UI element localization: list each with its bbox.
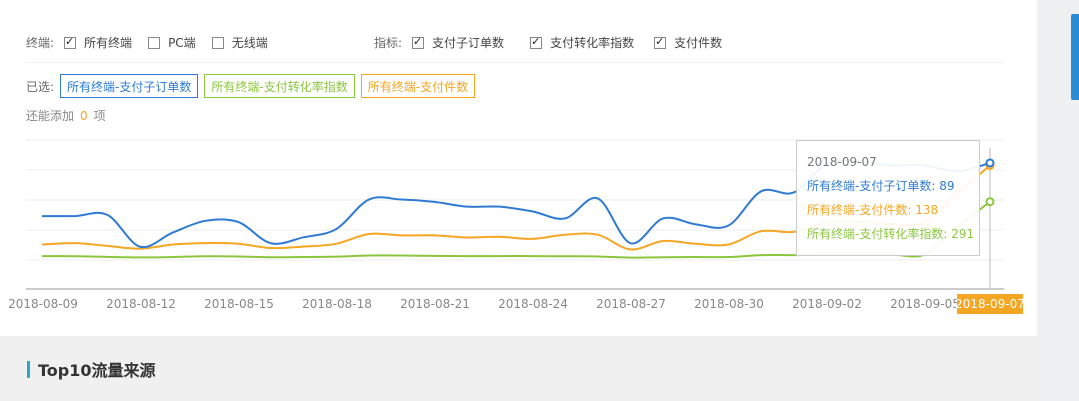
x-tick-label: 2018-08-15 — [204, 297, 274, 311]
section-title-text: Top10流量来源 — [38, 361, 156, 380]
x-tick-label: 2018-09-07 — [955, 297, 1025, 311]
tooltip-line-orders: 所有终端-支付子订单数: 89 — [807, 179, 955, 193]
tooltip-date: 2018-09-07 — [807, 155, 877, 169]
tooltip-line-items: 所有终端-支付件数: 138 — [807, 203, 939, 217]
x-tick-label: 2018-09-02 — [792, 297, 862, 311]
x-tick-label: 2018-08-21 — [400, 297, 470, 311]
x-tick-label: 2018-08-18 — [302, 297, 372, 311]
x-tick-label: 2018-08-24 — [498, 297, 568, 311]
section-title: Top10流量来源 — [27, 357, 156, 381]
x-tick-label: 2018-08-09 — [8, 297, 78, 311]
bottom-section — [0, 336, 1037, 401]
x-tick-label: 2018-08-27 — [596, 297, 666, 311]
chart-tooltip: 2018-09-07 所有终端-支付子订单数: 89 所有终端-支付件数: 13… — [796, 140, 980, 256]
section-accent — [27, 360, 30, 378]
x-tick-label: 2018-08-30 — [694, 297, 764, 311]
series-endpoint-2 — [985, 197, 995, 207]
floating-side-tab[interactable] — [1071, 14, 1079, 100]
series-endpoint-0 — [985, 158, 995, 168]
x-tick-label: 2018-08-12 — [106, 297, 176, 311]
tooltip-line-conversion: 所有终端-支付转化率指数: 291 — [807, 227, 975, 241]
x-tick-label: 2018-09-05 — [890, 297, 960, 311]
